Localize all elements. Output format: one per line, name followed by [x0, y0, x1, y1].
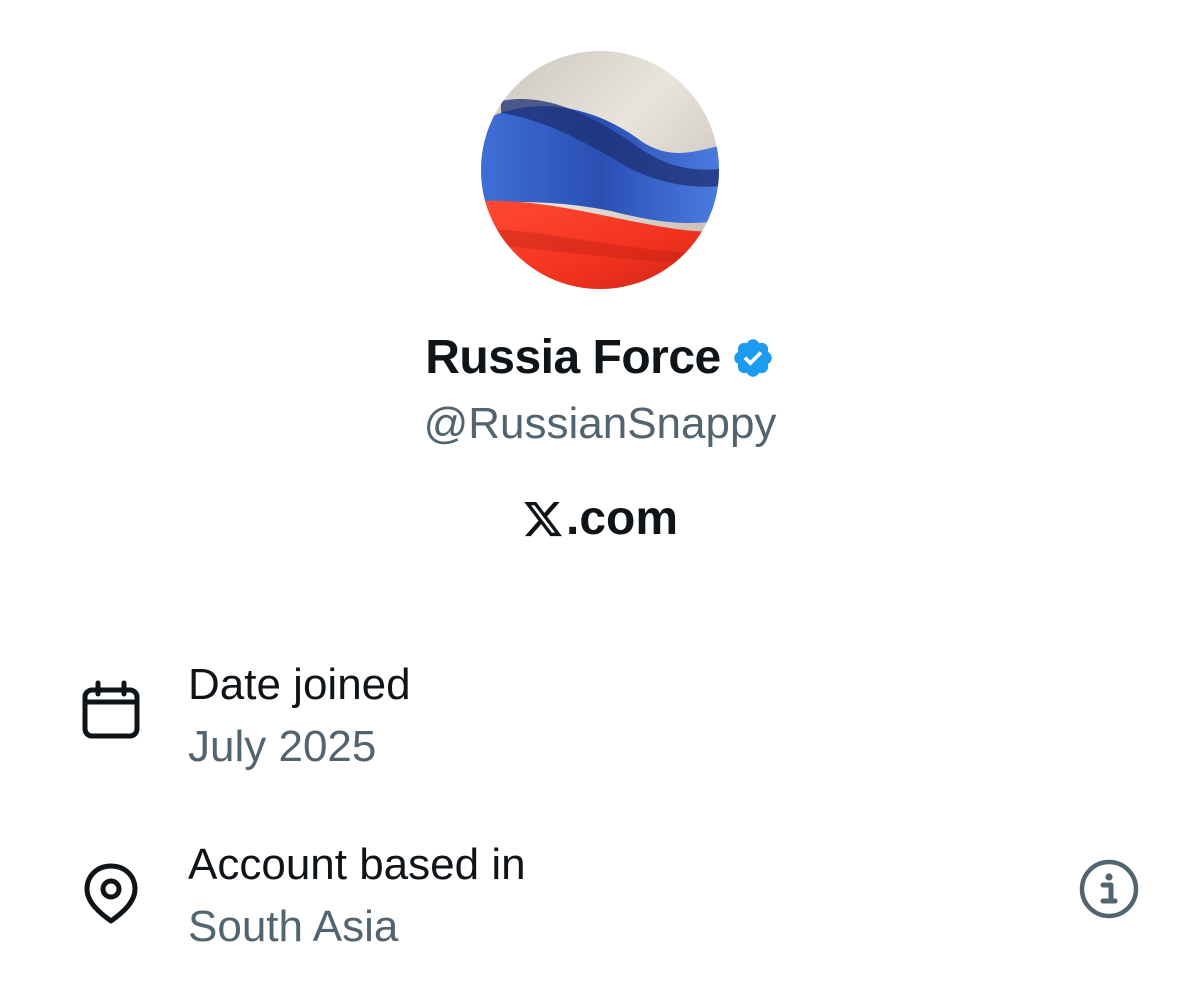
account-based-in-row: Account based in South Asia: [80, 838, 1140, 958]
date-joined-title: Date joined: [188, 660, 411, 709]
russian-flag-photo: [481, 51, 719, 289]
date-joined-row: Date joined July 2025: [80, 658, 1140, 778]
display-name: Russia Force: [425, 331, 721, 384]
avatar[interactable]: [481, 51, 719, 289]
site-label-row: .com: [0, 490, 1200, 548]
calendar-icon: [82, 680, 140, 739]
account-based-in-title: Account based in: [188, 840, 526, 889]
site-label: .com: [565, 492, 679, 545]
profile-handle: @RussianSnappy: [423, 399, 777, 448]
info-icon[interactable]: [1078, 858, 1140, 920]
location-pin-icon: [84, 863, 138, 924]
profile-name-row: Russia Force: [0, 330, 1200, 386]
date-joined-value: July 2025: [188, 722, 377, 771]
account-based-in-value: South Asia: [188, 902, 399, 951]
verified-badge-icon[interactable]: [731, 336, 775, 380]
x-logo-icon: [524, 501, 562, 537]
